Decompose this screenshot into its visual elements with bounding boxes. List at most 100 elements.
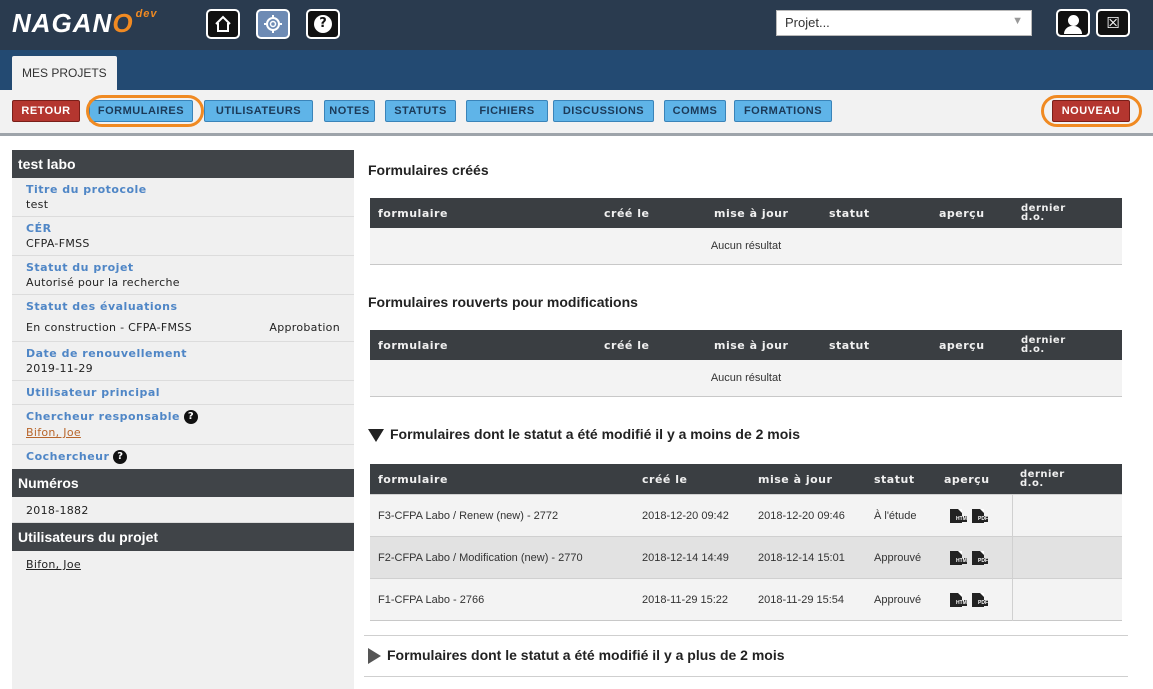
help-icon[interactable]: ? xyxy=(306,9,340,39)
field-label: Date de renouvellement xyxy=(26,347,188,360)
html-doc-icon[interactable]: HTM xyxy=(950,550,967,565)
updated-date: 2018-11-29 15:54 xyxy=(758,593,845,606)
status: À l'étude xyxy=(874,509,917,522)
table-header: formulaire créé le mise à jour statut ap… xyxy=(370,464,1122,494)
html-doc-icon[interactable]: HTM xyxy=(950,592,967,607)
field-label: Utilisateur principal xyxy=(26,386,161,399)
column-header[interactable]: dernier d.o. xyxy=(1013,336,1103,355)
notes-button[interactable]: NOTES xyxy=(324,100,375,122)
column-header[interactable]: aperçu xyxy=(931,339,1013,352)
pdf-doc-icon[interactable]: PDF xyxy=(972,592,988,607)
field-label: Cochercheur? xyxy=(26,450,340,464)
column-header[interactable]: dernier d.o. xyxy=(1013,204,1103,223)
column-header[interactable]: aperçu xyxy=(931,207,1013,220)
formulaires-button[interactable]: FORMULAIRES xyxy=(89,100,193,122)
field-label: CÉR xyxy=(26,222,52,235)
column-header[interactable]: mise à jour xyxy=(750,473,866,486)
field-statut-projet: Statut du projet Autorisé pour la recher… xyxy=(12,256,354,295)
evaluation-stage: Approbation xyxy=(269,321,340,334)
field-value: 2019-11-29 xyxy=(26,362,93,375)
project-sidebar: test labo Titre du protocole test CÉR CF… xyxy=(12,150,354,689)
field-cer: CÉR CFPA-FMSS xyxy=(12,217,354,256)
nouveau-button[interactable]: NOUVEAU xyxy=(1052,100,1130,122)
home-icon[interactable] xyxy=(206,9,240,39)
column-header[interactable]: formulaire xyxy=(370,207,596,220)
field-utilisateur-principal: Utilisateur principal xyxy=(12,381,354,405)
chercheur-link[interactable]: Bifon, Joe xyxy=(26,426,340,439)
field-value: En construction - CFPA-FMSS Approbation xyxy=(26,315,340,336)
help-icon[interactable]: ? xyxy=(113,450,128,464)
evaluation-status: En construction - CFPA-FMSS xyxy=(26,321,192,334)
statuts-button[interactable]: STATUTS xyxy=(385,100,456,122)
no-result: Aucun résultat xyxy=(710,372,782,384)
formations-button[interactable]: FORMATIONS xyxy=(734,100,832,122)
column-header[interactable]: statut xyxy=(821,339,931,352)
logout-icon[interactable]: ☒ xyxy=(1096,9,1130,37)
section-title: Formulaires rouverts pour modifications xyxy=(368,294,638,310)
discussions-button[interactable]: DISCUSSIONS xyxy=(553,100,654,122)
table-row[interactable]: F2-CFPA Labo / Modification (new) - 2770… xyxy=(370,536,1122,579)
column-header[interactable]: créé le xyxy=(596,339,706,352)
no-result: Aucun résultat xyxy=(710,240,782,252)
column-header[interactable]: dernier d.o. xyxy=(1012,470,1082,489)
column-header[interactable]: créé le xyxy=(596,207,706,220)
recent-section-toggle[interactable]: Formulaires dont le statut a été modifié… xyxy=(368,426,800,442)
triangle-right-icon xyxy=(368,648,381,665)
utilisateurs-button[interactable]: UTILISATEURS xyxy=(204,100,313,122)
table-row[interactable]: F1-CFPA Labo - 2766 2018-11-29 15:22 201… xyxy=(370,578,1122,621)
project-name-header: test labo xyxy=(12,150,354,178)
gear-icon[interactable] xyxy=(256,9,290,39)
pdf-doc-icon[interactable]: PDF xyxy=(972,550,988,565)
status: Approuvé xyxy=(874,551,922,564)
numeros-header: Numéros xyxy=(12,469,354,497)
field-value: test xyxy=(26,198,49,211)
column-header[interactable]: statut xyxy=(866,473,936,486)
user-link[interactable]: Bifon, Joe xyxy=(26,558,340,571)
fichiers-button[interactable]: FICHIERS xyxy=(466,100,548,122)
app-logo[interactable]: NAGANO dev xyxy=(12,8,158,39)
column-header[interactable]: formulaire xyxy=(370,339,596,352)
main-content: Formulaires créés formulaire créé le mis… xyxy=(356,150,1134,689)
html-doc-icon[interactable]: HTM xyxy=(950,508,967,523)
table-header: formulaire créé le mise à jour statut ap… xyxy=(370,198,1122,228)
form-name[interactable]: F2-CFPA Labo / Modification (new) - 2770 xyxy=(370,552,634,564)
user-icon[interactable] xyxy=(1056,9,1090,37)
field-users: Bifon, Joe xyxy=(12,551,354,576)
column-header[interactable]: mise à jour xyxy=(706,207,821,220)
pdf-doc-icon[interactable]: PDF xyxy=(972,508,988,523)
form-name[interactable]: F3-CFPA Labo / Renew (new) - 2772 xyxy=(370,510,634,522)
created-date: 2018-12-20 09:42 xyxy=(642,509,729,522)
table-row[interactable]: F3-CFPA Labo / Renew (new) - 2772 2018-1… xyxy=(370,494,1122,537)
field-label: Statut des évaluations xyxy=(26,300,178,313)
retour-button[interactable]: RETOUR xyxy=(12,100,80,122)
column-header[interactable]: statut xyxy=(821,207,931,220)
field-label: Chercheur responsable? xyxy=(26,410,340,424)
preview-cell: HTM PDF xyxy=(936,592,1012,607)
comms-button[interactable]: COMMS xyxy=(664,100,726,122)
updated-date: 2018-12-14 15:01 xyxy=(758,551,845,564)
form-name[interactable]: F1-CFPA Labo - 2766 xyxy=(370,594,634,606)
column-header[interactable]: créé le xyxy=(634,473,750,486)
created-date: 2018-11-29 15:22 xyxy=(642,593,729,606)
action-bar: RETOUR FORMULAIRES UTILISATEURS NOTES ST… xyxy=(0,90,1153,136)
column-header[interactable]: mise à jour xyxy=(706,339,821,352)
field-label: Statut du projet xyxy=(26,261,134,274)
section-title: Formulaires créés xyxy=(368,162,489,178)
preview-cell: HTM PDF xyxy=(936,550,1012,565)
field-value: 2018-1882 xyxy=(26,504,89,517)
older-section: Formulaires dont le statut a été modifié… xyxy=(364,635,1128,677)
reopened-forms-table: formulaire créé le mise à jour statut ap… xyxy=(370,330,1122,397)
tab-mes-projets[interactable]: MES PROJETS xyxy=(12,56,117,90)
field-cochercheur: Cochercheur? xyxy=(12,445,354,469)
field-value: CFPA-FMSS xyxy=(26,237,90,250)
column-header[interactable]: formulaire xyxy=(370,473,634,486)
column-header[interactable]: aperçu xyxy=(936,473,1012,486)
project-select[interactable]: Projet... ▼ xyxy=(776,10,1032,36)
status: Approuvé xyxy=(874,593,922,606)
field-statut-evaluations: Statut des évaluations En construction -… xyxy=(12,295,354,342)
recent-forms-table: formulaire créé le mise à jour statut ap… xyxy=(370,464,1122,621)
help-icon[interactable]: ? xyxy=(183,410,198,424)
field-value: Autorisé pour la recherche xyxy=(26,276,180,289)
triangle-down-icon xyxy=(368,428,384,442)
older-section-toggle[interactable]: Formulaires dont le statut a été modifié… xyxy=(368,647,785,665)
